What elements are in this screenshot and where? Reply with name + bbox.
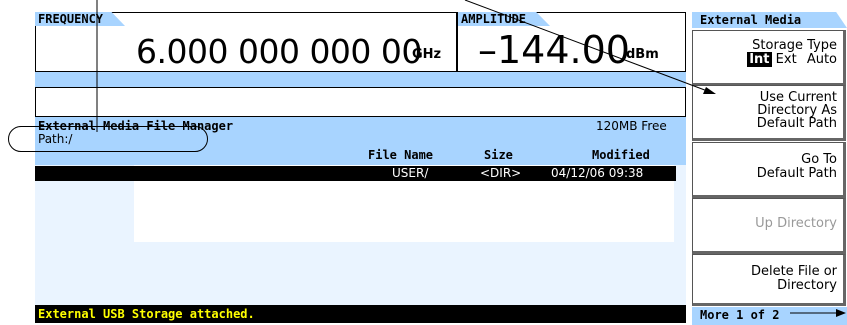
amplitude-unit: dBm (626, 47, 659, 62)
message-bar (35, 87, 686, 117)
softkey-menu-title: External Media (700, 13, 802, 27)
storage-option-int[interactable]: Int (747, 52, 772, 67)
frequency-value: 6.000 000 000 00 (136, 32, 422, 71)
storage-type-label: Storage Type (752, 38, 837, 53)
go-to-line2: Default Path (756, 166, 837, 181)
file-list: USER/ <DIR> 04/12/06 09:38 (35, 165, 686, 305)
column-header-modified[interactable]: Modified (592, 148, 650, 162)
amplitude-label: AMPLITUDE (461, 12, 527, 26)
column-header-size[interactable]: Size (484, 148, 513, 162)
delete-file-softkey[interactable]: Delete File or Directory (692, 254, 846, 306)
annunciator-bar (35, 72, 686, 87)
file-name-cell: USER/ (392, 166, 429, 180)
use-current-directory-softkey[interactable]: Use Current Directory As Default Path (692, 85, 846, 141)
free-space: 120MB Free (596, 119, 667, 133)
more-label: More 1 of 2 (700, 308, 780, 322)
amplitude-value: –144.00 (478, 28, 630, 72)
storage-option-ext[interactable]: Ext (776, 52, 797, 67)
file-modified-cell: 04/12/06 09:38 (551, 166, 644, 180)
storage-type-options: Int Ext Auto (697, 52, 837, 67)
go-to-default-path-softkey[interactable]: Go To Default Path (692, 142, 846, 198)
up-directory-label: Up Directory (755, 216, 837, 231)
table-row[interactable]: USER/ <DIR> 04/12/06 09:38 (35, 166, 676, 181)
storage-option-auto[interactable]: Auto (807, 52, 837, 67)
path-callout-ellipse (8, 126, 208, 152)
more-softkey[interactable]: More 1 of 2 (692, 307, 847, 325)
status-message: External USB Storage attached. (38, 307, 255, 321)
file-size-cell: <DIR> (480, 166, 522, 180)
go-to-line1: Go To (801, 152, 837, 167)
delete-line2: Directory (777, 278, 837, 293)
use-current-line3: Default Path (756, 116, 837, 131)
delete-line1: Delete File or (750, 264, 837, 279)
signal-generator-screen: FREQUENCY 6.000 000 000 00 GHz AMPLITUDE… (0, 0, 847, 325)
up-directory-softkey[interactable]: Up Directory (692, 198, 846, 254)
frequency-label: FREQUENCY (38, 12, 104, 26)
column-header-name[interactable]: File Name (368, 148, 433, 162)
storage-type-softkey[interactable]: Storage Type Int Ext Auto (692, 30, 846, 86)
frequency-unit: GHz (412, 47, 442, 62)
